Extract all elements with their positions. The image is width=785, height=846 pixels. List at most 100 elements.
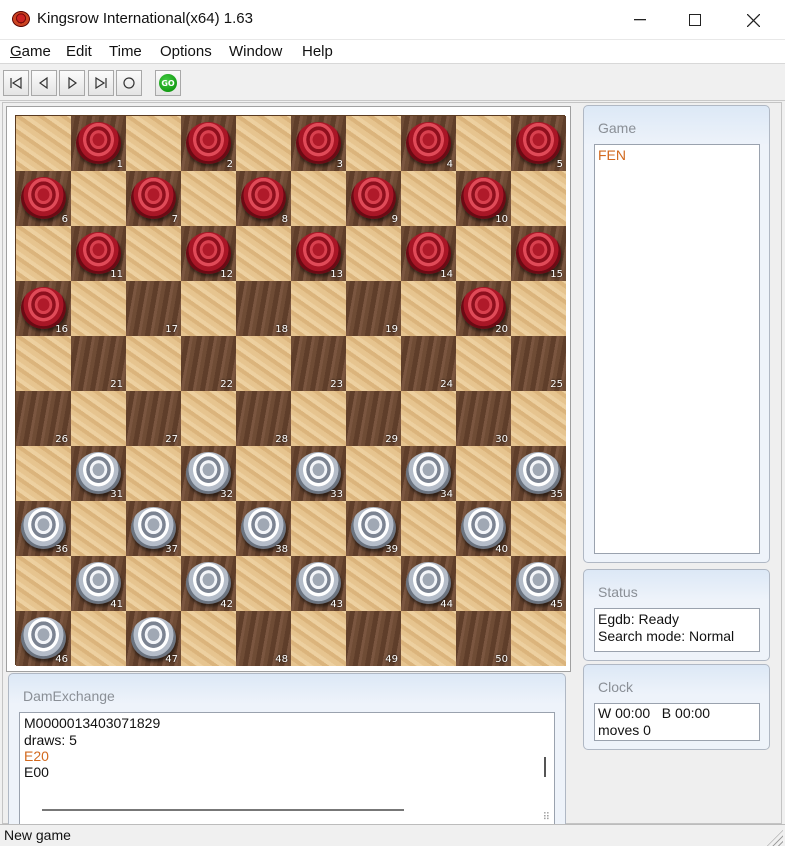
square-26[interactable]: 26 (16, 391, 71, 446)
menu-help[interactable]: Help (302, 43, 333, 60)
square-50[interactable]: 50 (456, 611, 511, 666)
square-39[interactable]: 39 (346, 501, 401, 556)
square-38[interactable]: 38 (236, 501, 291, 556)
red-piece[interactable] (296, 232, 341, 274)
white-piece[interactable] (351, 507, 396, 549)
last-move-button[interactable] (88, 70, 114, 96)
square-32[interactable]: 32 (181, 446, 236, 501)
square-29[interactable]: 29 (346, 391, 401, 446)
red-piece[interactable] (461, 177, 506, 219)
square-2[interactable]: 2 (181, 116, 236, 171)
white-piece[interactable] (131, 507, 176, 549)
square-17[interactable]: 17 (126, 281, 181, 336)
square-34[interactable]: 34 (401, 446, 456, 501)
square-5[interactable]: 5 (511, 116, 566, 171)
square-35[interactable]: 35 (511, 446, 566, 501)
red-piece[interactable] (406, 122, 451, 164)
square-30[interactable]: 30 (456, 391, 511, 446)
resize-grip-icon[interactable]: ⠿ (543, 812, 550, 823)
minimize-button[interactable] (617, 4, 663, 36)
square-9[interactable]: 9 (346, 171, 401, 226)
horizontal-scrollbar[interactable] (42, 809, 404, 811)
next-move-button[interactable] (59, 70, 85, 96)
square-36[interactable]: 36 (16, 501, 71, 556)
square-4[interactable]: 4 (401, 116, 456, 171)
go-button[interactable]: GO (155, 70, 181, 96)
white-piece[interactable] (461, 507, 506, 549)
square-45[interactable]: 45 (511, 556, 566, 611)
white-piece[interactable] (76, 452, 121, 494)
square-7[interactable]: 7 (126, 171, 181, 226)
square-19[interactable]: 19 (346, 281, 401, 336)
maximize-button[interactable] (672, 4, 718, 36)
red-piece[interactable] (241, 177, 286, 219)
menu-time[interactable]: Time (109, 43, 142, 60)
white-piece[interactable] (131, 617, 176, 659)
square-41[interactable]: 41 (71, 556, 126, 611)
white-piece[interactable] (406, 562, 451, 604)
square-43[interactable]: 43 (291, 556, 346, 611)
red-piece[interactable] (186, 122, 231, 164)
red-piece[interactable] (76, 122, 121, 164)
red-piece[interactable] (516, 232, 561, 274)
red-piece[interactable] (296, 122, 341, 164)
menu-window[interactable]: Window (229, 43, 282, 60)
square-24[interactable]: 24 (401, 336, 456, 391)
checkers-board[interactable]: 1 2 3 4 5 6 7 8 9 10 11 12 13 14 15 16 17 18 19 20 21 22 23 24 2… (15, 115, 566, 666)
stop-button[interactable] (116, 70, 142, 96)
red-piece[interactable] (76, 232, 121, 274)
white-piece[interactable] (186, 452, 231, 494)
square-44[interactable]: 44 (401, 556, 456, 611)
square-25[interactable]: 25 (511, 336, 566, 391)
damexchange-log[interactable]: M0000013403071829 draws: 5 E20 E00 ⠿ (19, 712, 555, 826)
red-piece[interactable] (131, 177, 176, 219)
square-28[interactable]: 28 (236, 391, 291, 446)
white-piece[interactable] (516, 562, 561, 604)
white-piece[interactable] (186, 562, 231, 604)
square-14[interactable]: 14 (401, 226, 456, 281)
square-21[interactable]: 21 (71, 336, 126, 391)
menu-options[interactable]: Options (160, 43, 212, 60)
square-12[interactable]: 12 (181, 226, 236, 281)
menu-game[interactable]: Game (10, 43, 51, 60)
square-40[interactable]: 40 (456, 501, 511, 556)
square-10[interactable]: 10 (456, 171, 511, 226)
red-piece[interactable] (186, 232, 231, 274)
vertical-scrollbar[interactable] (544, 757, 546, 777)
square-31[interactable]: 31 (71, 446, 126, 501)
square-11[interactable]: 11 (71, 226, 126, 281)
square-37[interactable]: 37 (126, 501, 181, 556)
app-icon[interactable] (12, 11, 30, 27)
white-piece[interactable] (296, 452, 341, 494)
square-22[interactable]: 22 (181, 336, 236, 391)
square-27[interactable]: 27 (126, 391, 181, 446)
square-15[interactable]: 15 (511, 226, 566, 281)
white-piece[interactable] (241, 507, 286, 549)
white-piece[interactable] (406, 452, 451, 494)
square-48[interactable]: 48 (236, 611, 291, 666)
game-moves-list[interactable]: FEN (594, 144, 760, 554)
square-33[interactable]: 33 (291, 446, 346, 501)
square-47[interactable]: 47 (126, 611, 181, 666)
square-8[interactable]: 8 (236, 171, 291, 226)
first-move-button[interactable] (3, 70, 29, 96)
size-grip-icon[interactable] (767, 830, 783, 846)
white-piece[interactable] (21, 507, 66, 549)
red-piece[interactable] (21, 177, 66, 219)
square-20[interactable]: 20 (456, 281, 511, 336)
square-46[interactable]: 46 (16, 611, 71, 666)
red-piece[interactable] (461, 287, 506, 329)
square-3[interactable]: 3 (291, 116, 346, 171)
square-13[interactable]: 13 (291, 226, 346, 281)
close-button[interactable] (730, 4, 776, 36)
square-1[interactable]: 1 (71, 116, 126, 171)
red-piece[interactable] (21, 287, 66, 329)
square-18[interactable]: 18 (236, 281, 291, 336)
square-49[interactable]: 49 (346, 611, 401, 666)
menu-edit[interactable]: Edit (66, 43, 92, 60)
square-6[interactable]: 6 (16, 171, 71, 226)
red-piece[interactable] (406, 232, 451, 274)
square-23[interactable]: 23 (291, 336, 346, 391)
white-piece[interactable] (296, 562, 341, 604)
square-42[interactable]: 42 (181, 556, 236, 611)
